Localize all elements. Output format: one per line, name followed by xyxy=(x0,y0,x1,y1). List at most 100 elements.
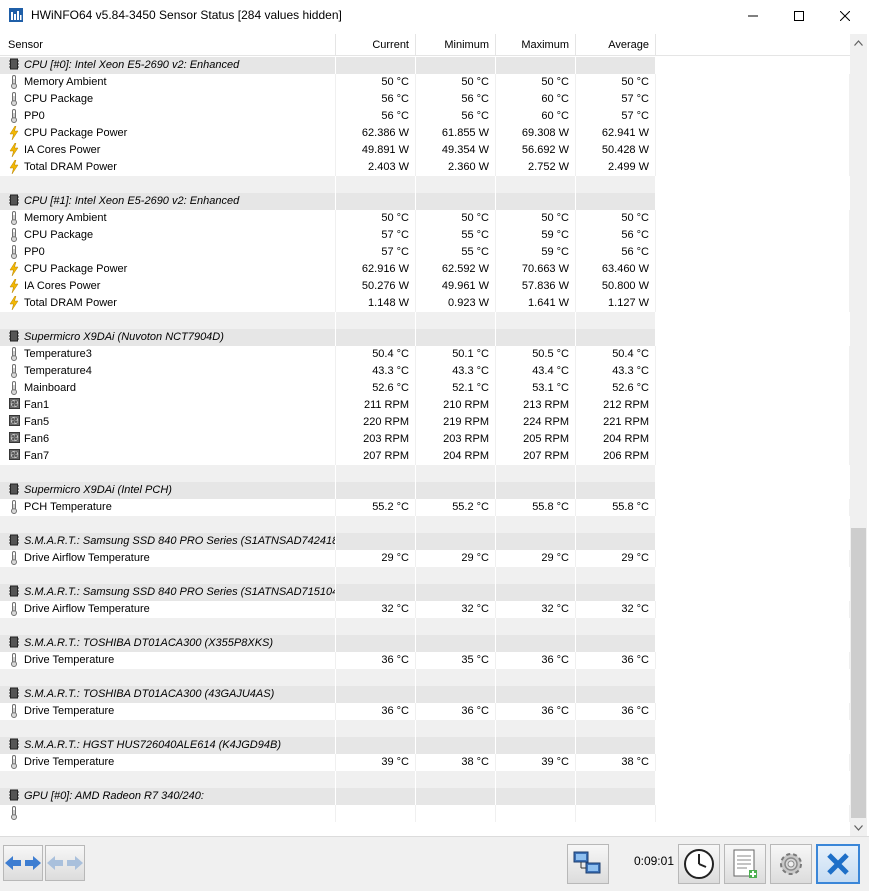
column-header-current[interactable]: Current xyxy=(336,34,416,56)
row-filler xyxy=(656,74,850,91)
sensor-row[interactable]: Mainboard 52.6 °C 52.1 °C 53.1 °C 52.6 °C xyxy=(0,380,850,397)
thermometer-icon xyxy=(9,109,19,123)
sensor-name-cell: S.M.A.R.T.: Samsung SSD 840 PRO Series (… xyxy=(0,584,336,601)
sensor-group-row[interactable]: GPU [#0]: AMD Radeon R7 340/240: xyxy=(0,788,850,805)
minimum-value-cell: 50 °C xyxy=(416,210,496,227)
close-sensors-button[interactable] xyxy=(816,844,860,884)
reset-timer-button[interactable] xyxy=(678,844,720,884)
maximum-value-cell xyxy=(496,788,576,805)
column-header-maximum[interactable]: Maximum xyxy=(496,34,576,56)
thermometer-icon xyxy=(9,551,19,565)
maximum-value-cell: 50 °C xyxy=(496,210,576,227)
minimize-button[interactable] xyxy=(730,0,776,31)
column-header-sensor[interactable]: Sensor xyxy=(0,34,336,56)
average-value-cell xyxy=(576,329,656,346)
sensor-row[interactable]: Temperature3 50.4 °C 50.1 °C 50.5 °C 50.4 °C xyxy=(0,346,850,363)
vertical-scrollbar[interactable] xyxy=(850,34,867,836)
average-value-cell: 206 RPM xyxy=(576,448,656,465)
sensor-row[interactable]: Temperature4 43.3 °C 43.3 °C 43.4 °C 43.3 °C xyxy=(0,363,850,380)
minimum-value-cell: 55 °C xyxy=(416,227,496,244)
sensor-row[interactable]: PP0 57 °C 55 °C 59 °C 56 °C xyxy=(0,244,850,261)
column-header-minimum[interactable]: Minimum xyxy=(416,34,496,56)
sensor-row[interactable]: CPU Package Power 62.386 W 61.855 W 69.308 … xyxy=(0,125,850,142)
sensor-group-row[interactable]: S.M.A.R.T.: Samsung SSD 840 PRO Series (… xyxy=(0,584,850,601)
sensor-row[interactable]: IA Cores Power 50.276 W 49.961 W 57.836 W 50… xyxy=(0,278,850,295)
sensor-row[interactable]: Drive Temperature 36 °C 36 °C 36 °C 36 °C xyxy=(0,703,850,720)
average-value-cell: 36 °C xyxy=(576,703,656,720)
sensor-row[interactable]: Drive Airflow Temperature 32 °C 32 °C 32 °C… xyxy=(0,601,850,618)
row-filler xyxy=(656,448,850,465)
maximum-value-cell: 59 °C xyxy=(496,244,576,261)
average-value-cell: 1.127 W xyxy=(576,295,656,312)
sensor-row[interactable]: Drive Airflow Temperature 29 °C 29 °C 29 °C… xyxy=(0,550,850,567)
row-filler xyxy=(656,550,850,567)
sensor-row[interactable]: Fan7 207 RPM 204 RPM 207 RPM 206 RPM xyxy=(0,448,850,465)
average-value-cell xyxy=(576,635,656,652)
sensor-label: S.M.A.R.T.: TOSHIBA DT01ACA300 (43GAJU4A… xyxy=(24,688,275,700)
sensor-row[interactable]: PP0 56 °C 56 °C 60 °C 57 °C xyxy=(0,108,850,125)
sensor-table[interactable]: Sensor Current Minimum Maximum Average C… xyxy=(0,34,850,823)
sensor-row[interactable]: CPU Package 57 °C 55 °C 59 °C 56 °C xyxy=(0,227,850,244)
minimum-value-cell: 29 °C xyxy=(416,550,496,567)
settings-button[interactable] xyxy=(770,844,812,884)
minimum-value-cell xyxy=(416,788,496,805)
maximum-value-cell xyxy=(496,584,576,601)
sensor-row[interactable]: Total DRAM Power 1.148 W 0.923 W 1.641 W 1.1… xyxy=(0,295,850,312)
close-icon xyxy=(840,10,850,21)
navigate-disabled-button[interactable] xyxy=(45,845,85,881)
column-header-average[interactable]: Average xyxy=(576,34,656,56)
maximum-value-cell: 57.836 W xyxy=(496,278,576,295)
sensor-group-row[interactable]: CPU [#1]: Intel Xeon E5-2690 v2: Enhance… xyxy=(0,193,850,210)
sensor-name-cell: Fan7 xyxy=(0,448,336,465)
sensor-label: CPU [#0]: Intel Xeon E5-2690 v2: Enhance… xyxy=(24,59,240,71)
minimum-value-cell: 50 °C xyxy=(416,74,496,91)
double-arrow-disabled-icon xyxy=(47,856,83,870)
scroll-up-button[interactable] xyxy=(850,34,867,51)
sensor-name-cell: Total DRAM Power xyxy=(0,295,336,312)
navigate-sensors-button[interactable] xyxy=(3,845,43,881)
sensor-row[interactable]: Total DRAM Power 2.403 W 2.360 W 2.752 W 2.4… xyxy=(0,159,850,176)
sensor-group-row[interactable]: S.M.A.R.T.: HGST HUS726040ALE614 (K4JGD9… xyxy=(0,737,850,754)
sensor-row[interactable]: IA Cores Power 49.891 W 49.354 W 56.692 W 50… xyxy=(0,142,850,159)
sensor-group-row[interactable]: S.M.A.R.T.: Samsung SSD 840 PRO Series (… xyxy=(0,533,850,550)
minimum-value-cell xyxy=(416,193,496,210)
sensor-label: Drive Temperature xyxy=(24,654,115,666)
scroll-down-button[interactable] xyxy=(850,819,867,836)
sensor-group-row[interactable]: S.M.A.R.T.: TOSHIBA DT01ACA300 (43GAJU4A… xyxy=(0,686,850,703)
sensor-row[interactable]: Drive Temperature 39 °C 38 °C 39 °C 38 °C xyxy=(0,754,850,771)
sensor-row[interactable]: Fan6 203 RPM 203 RPM 205 RPM 204 RPM xyxy=(0,431,850,448)
sensor-row[interactable]: Memory Ambient 50 °C 50 °C 50 °C 50 °C xyxy=(0,210,850,227)
sensor-name-cell: Supermicro X9DAi (Nuvoton NCT7904D) xyxy=(0,329,336,346)
sensor-row[interactable]: Drive Temperature 36 °C 35 °C 36 °C 36 °C xyxy=(0,652,850,669)
sensor-row[interactable]: PCH Temperature 55.2 °C 55.2 °C 55.8 °C 55.8… xyxy=(0,499,850,516)
sensor-row[interactable]: CPU Package Power 62.916 W 62.592 W 70.663 … xyxy=(0,261,850,278)
current-value-cell xyxy=(336,329,416,346)
average-value-cell xyxy=(576,584,656,601)
lightning-icon xyxy=(9,261,19,277)
sensor-name-cell: PCH Temperature xyxy=(0,499,336,516)
sensor-row[interactable]: GPU Thermal Diode 40 °C 40 °C 44 °C 41 °C xyxy=(0,805,850,822)
scroll-thumb[interactable] xyxy=(851,528,866,818)
title-bar: HWiNFO64 v5.84-3450 Sensor Status [284 v… xyxy=(0,0,869,31)
average-value-cell: 50.428 W xyxy=(576,142,656,159)
window-title: HWiNFO64 v5.84-3450 Sensor Status [284 v… xyxy=(31,8,342,22)
close-button[interactable] xyxy=(822,0,868,31)
spacer-row xyxy=(0,465,850,482)
sensor-label: Supermicro X9DAi (Intel PCH) xyxy=(24,484,172,496)
sensor-row[interactable]: CPU Package 56 °C 56 °C 60 °C 57 °C xyxy=(0,91,850,108)
current-value-cell: 62.386 W xyxy=(336,125,416,142)
maximize-button[interactable] xyxy=(776,0,822,31)
sensor-row[interactable]: Memory Ambient 50 °C 50 °C 50 °C 50 °C xyxy=(0,74,850,91)
minimum-value-cell: 62.592 W xyxy=(416,261,496,278)
row-filler xyxy=(656,414,850,431)
sensor-group-row[interactable]: CPU [#0]: Intel Xeon E5-2690 v2: Enhance… xyxy=(0,57,850,74)
current-value-cell xyxy=(336,584,416,601)
sensor-row[interactable]: Fan1 211 RPM 210 RPM 213 RPM 212 RPM xyxy=(0,397,850,414)
sensor-group-row[interactable]: S.M.A.R.T.: TOSHIBA DT01ACA300 (X355P8XK… xyxy=(0,635,850,652)
network-button[interactable] xyxy=(567,844,609,884)
sensor-row[interactable]: Fan5 220 RPM 219 RPM 224 RPM 221 RPM xyxy=(0,414,850,431)
logging-button[interactable] xyxy=(724,844,766,884)
average-value-cell xyxy=(576,465,656,482)
sensor-group-row[interactable]: Supermicro X9DAi (Intel PCH) xyxy=(0,482,850,499)
sensor-group-row[interactable]: Supermicro X9DAi (Nuvoton NCT7904D) xyxy=(0,329,850,346)
